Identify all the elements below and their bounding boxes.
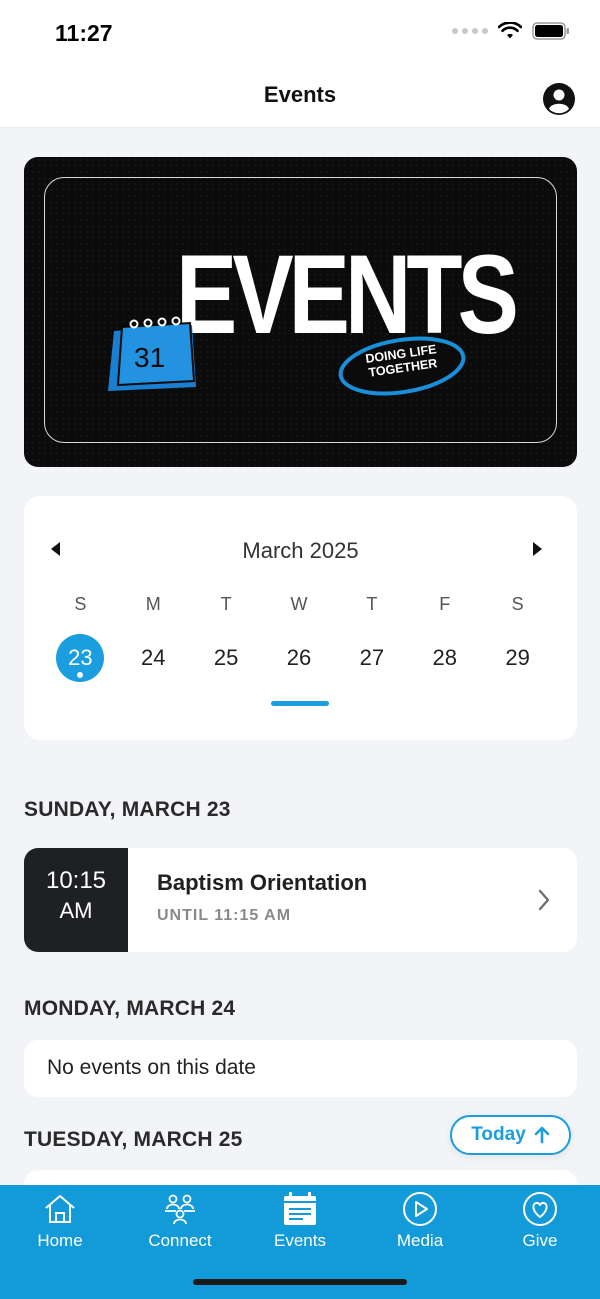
signal-icon bbox=[452, 28, 488, 34]
tab-connect[interactable]: Connect bbox=[120, 1191, 240, 1261]
date-cell[interactable]: 29 bbox=[481, 634, 554, 682]
date-number: 24 bbox=[141, 645, 166, 670]
tab-label: Connect bbox=[148, 1231, 212, 1250]
day-header: MONDAY, MARCH 24 bbox=[24, 997, 236, 1020]
tab-label: Give bbox=[522, 1231, 558, 1250]
home-icon bbox=[45, 1195, 75, 1223]
wifi-icon bbox=[498, 22, 522, 39]
event-card[interactable]: 10:15 AM Baptism Orientation UNTIL 11:15… bbox=[24, 848, 577, 952]
weekday-label: T bbox=[220, 594, 232, 614]
date-number: 27 bbox=[359, 645, 385, 670]
no-events-card: No events on this date bbox=[24, 1040, 577, 1097]
date-number: 29 bbox=[505, 645, 530, 670]
weekday-label: F bbox=[439, 594, 451, 614]
week-calendar: March 2025 S M T W T F S 23 24 25 26 27 … bbox=[24, 496, 577, 740]
weekday-label: S bbox=[511, 594, 524, 614]
nav-header: Events bbox=[0, 66, 600, 128]
event-title: Baptism Orientation bbox=[157, 870, 368, 895]
status-time: 11:27 bbox=[55, 20, 113, 46]
date-row: 23 24 25 26 27 28 29 bbox=[44, 634, 554, 682]
date-number: 25 bbox=[213, 645, 239, 670]
tab-events[interactable]: Events bbox=[240, 1191, 360, 1261]
tab-home[interactable]: Home bbox=[0, 1191, 120, 1261]
next-week-icon[interactable] bbox=[527, 538, 547, 560]
chevron-right-icon bbox=[538, 889, 550, 911]
today-button-label: Today bbox=[471, 1124, 526, 1145]
calendar-illustration-icon: 31 bbox=[108, 316, 196, 391]
date-cell[interactable]: 26 bbox=[263, 634, 336, 682]
date-cell[interactable]: 27 bbox=[335, 634, 408, 682]
today-button[interactable]: Today bbox=[450, 1115, 571, 1155]
date-number: 26 bbox=[286, 645, 312, 670]
date-cell[interactable]: 24 bbox=[117, 634, 190, 682]
weekday-label: M bbox=[145, 594, 161, 614]
people-icon bbox=[165, 1194, 195, 1225]
date-number: 28 bbox=[432, 645, 457, 670]
events-banner: EVENTS 31 DOING LIFE TOGETHER bbox=[24, 157, 577, 467]
svg-text:31: 31 bbox=[134, 342, 165, 373]
play-icon bbox=[403, 1192, 437, 1226]
event-start-meridiem: AM bbox=[59, 898, 93, 924]
tab-media[interactable]: Media bbox=[360, 1191, 480, 1261]
day-header: SUNDAY, MARCH 23 bbox=[24, 798, 231, 821]
weekday-label: T bbox=[366, 594, 378, 614]
weekday-row: S M T W T F S bbox=[44, 594, 554, 615]
weekday-label: W bbox=[290, 594, 308, 614]
arrow-up-icon bbox=[534, 1126, 550, 1144]
date-cell[interactable]: 28 bbox=[408, 634, 481, 682]
event-time-block: 10:15 AM bbox=[24, 848, 128, 952]
date-cell[interactable]: 25 bbox=[190, 634, 263, 682]
tab-label: Home bbox=[37, 1231, 83, 1250]
tab-label: Events bbox=[274, 1231, 326, 1250]
battery-icon bbox=[532, 22, 569, 40]
profile-icon[interactable] bbox=[542, 82, 576, 116]
status-icons bbox=[452, 22, 570, 40]
calendar-month: March 2025 bbox=[242, 538, 359, 563]
calendar-expand-handle[interactable] bbox=[271, 701, 329, 706]
no-events-text: No events on this date bbox=[47, 1056, 256, 1079]
tab-give[interactable]: Give bbox=[480, 1191, 600, 1261]
calendar-icon bbox=[284, 1192, 316, 1225]
tab-label: Media bbox=[396, 1231, 444, 1250]
event-end-time: UNTIL 11:15 AM bbox=[157, 907, 292, 924]
day-header: TUESDAY, MARCH 25 bbox=[24, 1128, 243, 1151]
page-title: Events bbox=[263, 82, 337, 107]
weekday-label: S bbox=[74, 594, 87, 614]
heart-icon bbox=[523, 1192, 557, 1226]
event-start-time: 10:15 bbox=[45, 867, 107, 894]
status-bar: 11:27 bbox=[0, 0, 600, 66]
date-cell-selected[interactable]: 23 bbox=[44, 634, 117, 682]
home-indicator bbox=[193, 1279, 407, 1285]
